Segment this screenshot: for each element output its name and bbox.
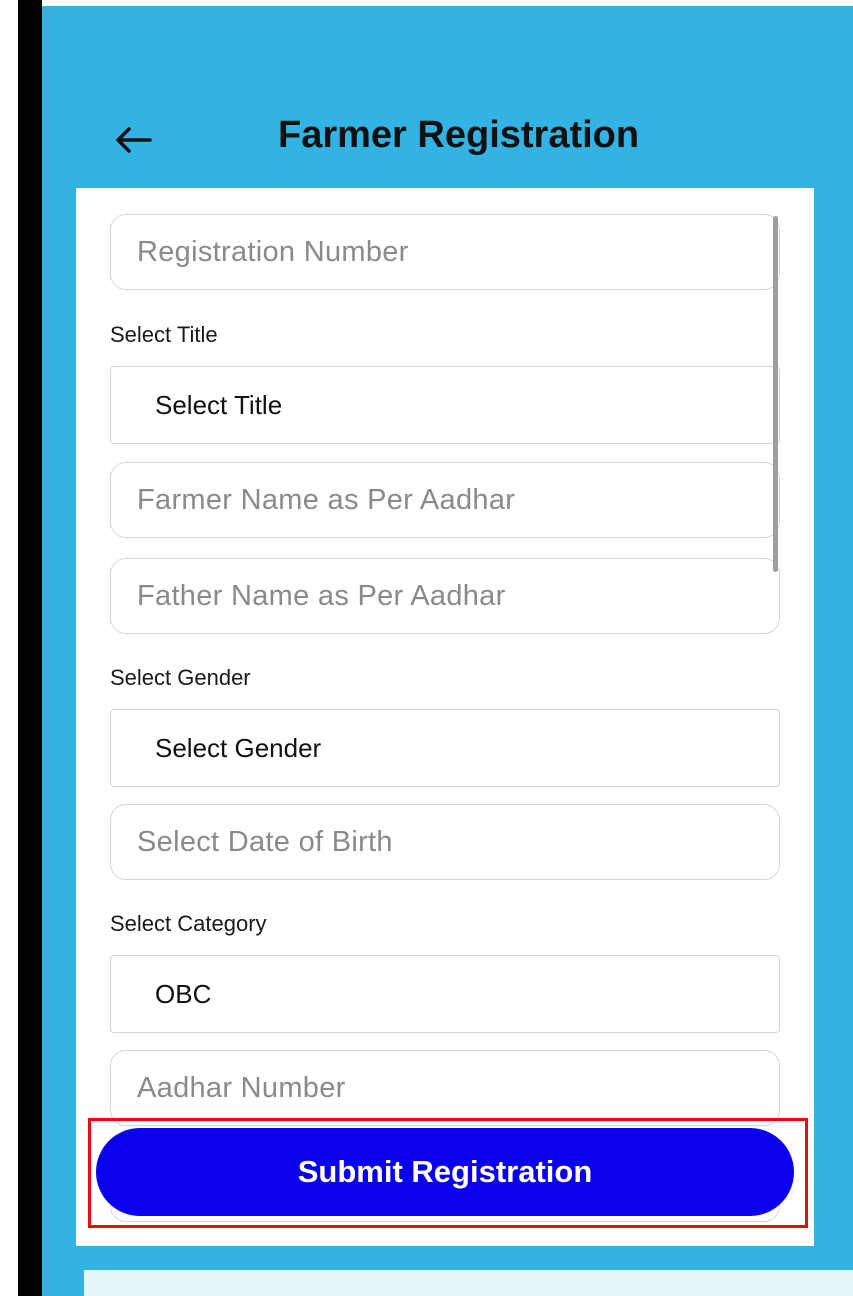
page-title: Farmer Registration xyxy=(278,114,640,156)
app-screen: Farmer Registration Registration Number … xyxy=(42,0,853,1296)
registration-number-input[interactable]: Registration Number xyxy=(110,214,780,290)
registration-form: Registration Number Select Title Select … xyxy=(76,188,814,1246)
back-button[interactable] xyxy=(108,118,158,162)
top-edge xyxy=(42,0,853,6)
left-edge xyxy=(0,0,18,1296)
arrow-left-icon xyxy=(116,127,152,153)
farmer-name-input[interactable]: Farmer Name as Per Aadhar xyxy=(110,462,780,538)
app-header: Farmer Registration xyxy=(42,100,853,180)
bottom-strip xyxy=(84,1270,853,1296)
gender-label: Select Gender xyxy=(110,665,251,690)
gender-select[interactable]: Select Gender xyxy=(110,709,780,787)
aadhar-number-input[interactable]: Aadhar Number xyxy=(110,1050,780,1126)
category-select[interactable]: OBC xyxy=(110,955,780,1033)
phone-bezel xyxy=(18,0,42,1296)
submit-registration-button[interactable]: Submit Registration xyxy=(96,1128,794,1216)
title-label: Select Title xyxy=(110,322,218,347)
date-of-birth-input[interactable]: Select Date of Birth xyxy=(110,804,780,880)
scrollbar-thumb[interactable] xyxy=(773,216,778,572)
category-label: Select Category xyxy=(110,911,267,936)
title-select[interactable]: Select Title xyxy=(110,366,780,444)
father-name-input[interactable]: Father Name as Per Aadhar xyxy=(110,558,780,634)
